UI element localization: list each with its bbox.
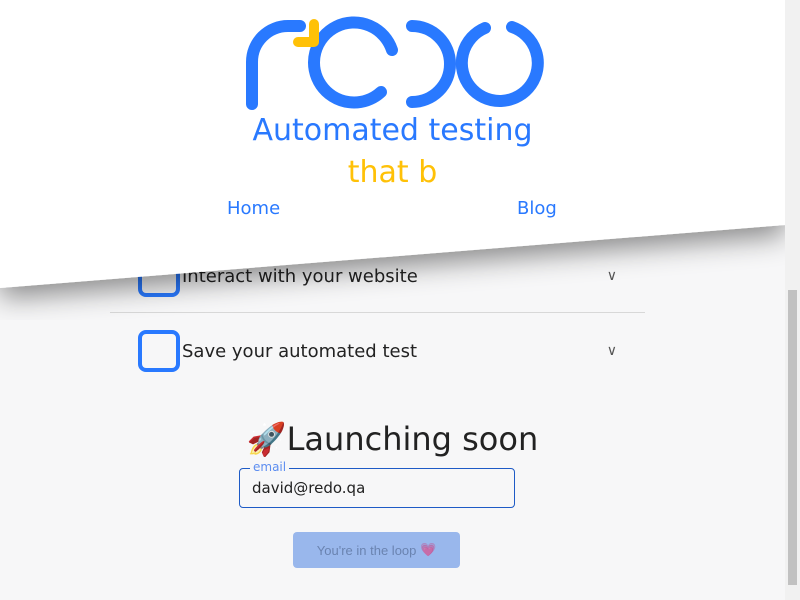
step-label: Save your automated test xyxy=(182,340,418,362)
email-label: email xyxy=(250,460,290,474)
tagline-line2: that b xyxy=(347,155,438,190)
email-input[interactable] xyxy=(252,479,502,497)
header: Automated testing that b Home Blog xyxy=(0,0,800,320)
step-checkbox[interactable] xyxy=(138,330,180,372)
nav-home[interactable]: Home xyxy=(227,198,280,219)
heart-icon: 💗 xyxy=(420,542,437,557)
rocket-icon: 🚀 xyxy=(246,420,287,458)
button-label: You're in the loop xyxy=(316,542,417,558)
nav-blog[interactable]: Blog xyxy=(517,198,557,219)
chevron-down-icon[interactable]: ∨ xyxy=(607,343,617,359)
tagline-line1: Automated testing xyxy=(252,113,533,148)
scrollbar-thumb[interactable] xyxy=(788,290,797,585)
redo-logo xyxy=(246,16,544,110)
scrollbar[interactable] xyxy=(785,0,800,600)
subscribe-button[interactable]: You're in the loop 💗 xyxy=(293,532,460,568)
email-field[interactable]: email xyxy=(239,460,515,508)
launch-title: Launching soon xyxy=(286,420,539,458)
step-save[interactable]: Save your automated test ∨ xyxy=(110,314,645,388)
launch-heading: 🚀Launching soon xyxy=(0,420,785,458)
